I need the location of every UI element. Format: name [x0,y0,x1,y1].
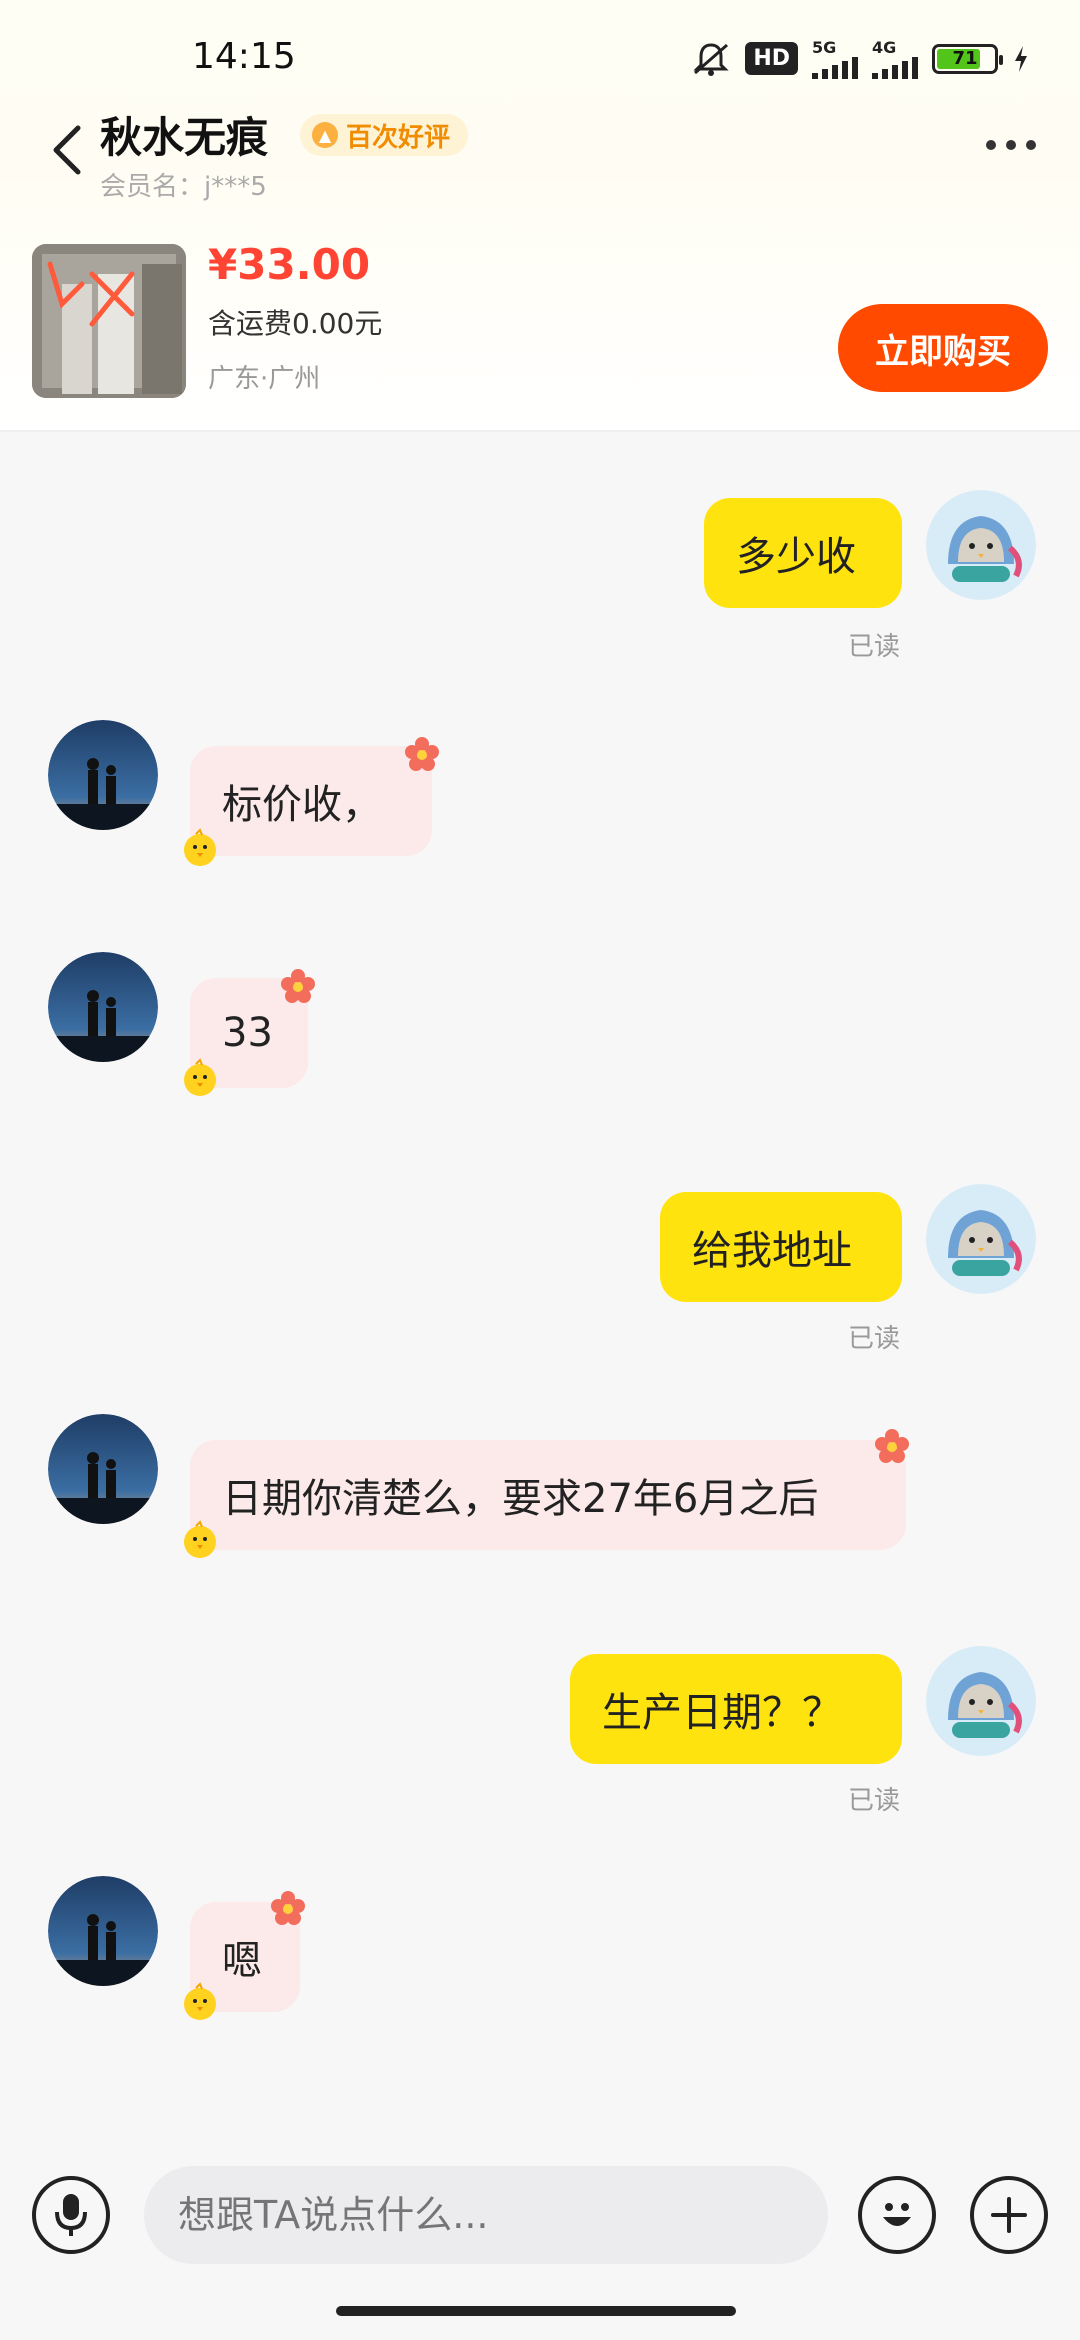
product-thumbnail[interactable] [32,244,186,398]
contact-avatar[interactable] [48,952,158,1062]
contact-avatar[interactable] [48,1414,158,1524]
shop-name[interactable]: 秋水无痕 [100,104,268,165]
message-input[interactable] [144,2166,828,2264]
status-bar: 14:15 HD 5G 4G 71 [0,0,1080,110]
buy-now-button[interactable]: 立即购买 [838,304,1048,392]
message-bubble-outgoing[interactable]: 生产日期？？ [570,1654,902,1764]
signal-4g: 4G [872,38,918,79]
plus-icon[interactable] [970,2176,1048,2254]
product-location: 广东·广州 [208,364,321,394]
my-avatar[interactable] [926,1184,1036,1294]
back-arrow-icon[interactable] [46,120,90,180]
charging-icon [1012,44,1030,74]
read-status: 已读 [848,632,901,662]
flower-sticker-icon [280,968,316,1004]
battery-level: 71 [952,48,978,69]
flower-sticker-icon [404,736,440,772]
signal-bars-icon [872,57,918,79]
header-area: 14:15 HD 5G 4G 71 秋水无痕 ▲ 百次好评 会员名：j***5 … [0,0,1080,432]
contact-avatar[interactable] [48,1876,158,1986]
chick-sticker-icon [180,828,220,868]
network-4g-label: 4G [872,38,897,57]
battery-icon: 71 [932,43,1003,74]
hd-badge: HD [745,42,798,75]
product-price: ¥33.00 [208,240,371,289]
more-icon[interactable] [986,140,1036,150]
message-bubble-outgoing[interactable]: 多少收 [704,498,902,608]
chick-sticker-icon [180,1520,220,1560]
status-time: 14:15 [192,36,296,77]
emoji-icon[interactable] [858,2176,936,2254]
signal-5g: 5G [812,38,858,79]
status-icons: HD 5G 4G 71 [691,38,1030,79]
my-avatar[interactable] [926,1646,1036,1756]
network-5g-label: 5G [812,38,837,57]
message-bubble-incoming[interactable]: 标价收， [190,746,432,856]
thumb-up-icon: ▲ [312,122,338,148]
rating-badge-label: 百次好评 [346,122,451,153]
flower-sticker-icon [270,1890,306,1926]
message-bubble-incoming[interactable]: 日期你清楚么，要求27年6月之后 [190,1440,906,1550]
chick-sticker-icon [180,1058,220,1098]
my-avatar[interactable] [926,490,1036,600]
contact-avatar[interactable] [48,720,158,830]
member-name: 会员名：j***5 [100,172,267,202]
read-status: 已读 [848,1786,901,1816]
read-status: 已读 [848,1324,901,1354]
mute-bell-icon [691,41,731,77]
signal-bars-icon [812,57,858,79]
home-indicator[interactable] [336,2306,736,2316]
microphone-icon[interactable] [32,2176,110,2254]
shipping-info: 含运费0.00元 [208,307,383,340]
chick-sticker-icon [180,1982,220,2022]
rating-badge: ▲ 百次好评 [300,114,469,156]
message-bubble-outgoing[interactable]: 给我地址 [660,1192,902,1302]
flower-sticker-icon [874,1428,910,1464]
